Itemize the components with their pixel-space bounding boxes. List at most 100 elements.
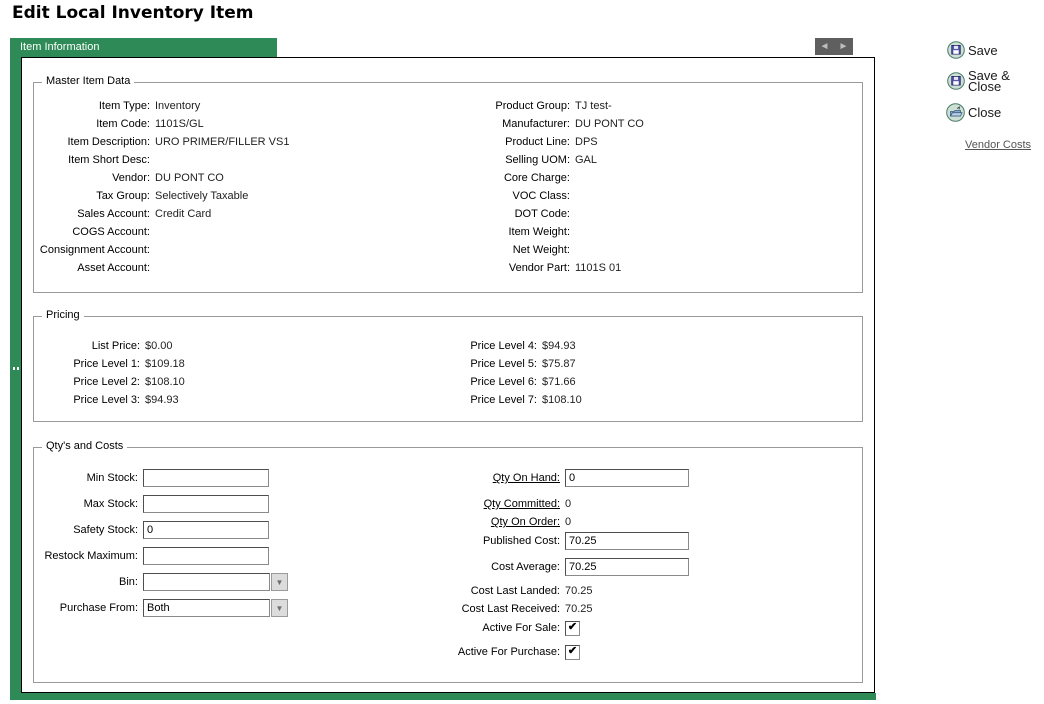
item-description-row: Item Description:URO PRIMER/FILLER VS1 <box>38 133 289 151</box>
tax-group-label: Tax Group: <box>38 190 150 202</box>
sales-account-label: Sales Account: <box>38 208 150 220</box>
tax-group-row: Tax Group: Selectively Taxable <box>38 187 289 205</box>
pricing-left-column: List Price: $0.00 Price Level 1:$109.18 P… <box>38 337 185 409</box>
purchase-from-dropdown-arrow-icon[interactable]: ▼ <box>271 599 288 617</box>
published-cost-input[interactable] <box>565 532 689 550</box>
green-bottom-bar <box>10 693 876 700</box>
manufacturer-row: Manufacturer: DU PONT CO <box>422 115 644 133</box>
safety-stock-label: Safety Stock: <box>38 524 138 536</box>
groupbox-master-item-data: Master Item Data Item Type:Inventory Ite… <box>33 82 863 293</box>
min-stock-row: Min Stock: <box>38 469 269 487</box>
core-charge-row: Core Charge: <box>422 169 644 187</box>
qty-on-order-link-label[interactable]: Qty On Order: <box>422 516 560 528</box>
groupbox-pricing: Pricing List Price:$0.00 Price Level 1:$… <box>33 316 863 422</box>
list-price-row: List Price: $0.00 <box>38 337 185 355</box>
bin-label: Bin: <box>38 576 138 588</box>
active-for-purchase-checkbox[interactable]: ✔ <box>565 645 580 660</box>
master-left-column: Item Type:Inventory Item Code:1101S/GL I… <box>38 97 289 277</box>
restock-maximum-input[interactable] <box>143 547 269 565</box>
item-weight-label: Item Weight: <box>422 226 570 238</box>
qty-on-hand-input[interactable] <box>565 469 689 487</box>
vendor-costs-link[interactable]: Vendor Costs <box>965 139 1031 151</box>
min-stock-input[interactable] <box>143 469 269 487</box>
purchase-from-combobox[interactable]: Both ▼ <box>143 599 288 617</box>
next-record-icon[interactable]: ► <box>834 38 853 55</box>
cogs-account-label: COGS Account: <box>38 226 150 238</box>
vendor-part-row: Vendor Part:1101S 01 <box>422 259 644 277</box>
close-button[interactable]: Close <box>946 103 1001 122</box>
purchase-from-row: Purchase From: Both ▼ <box>38 599 288 617</box>
price-level-1-row: Price Level 1:$109.18 <box>38 355 185 373</box>
purchase-from-combobox-value[interactable]: Both <box>143 599 270 617</box>
close-button-label: Close <box>968 105 1001 120</box>
max-stock-input[interactable] <box>143 495 269 513</box>
manufacturer-value: DU PONT CO <box>575 118 644 130</box>
price-level-3-value: $94.93 <box>145 394 179 406</box>
save-floppy-icon <box>947 41 965 59</box>
max-stock-label: Max Stock: <box>38 498 138 510</box>
edit-local-inventory-item-window: Edit Local Inventory Item Item Informati… <box>0 0 1044 704</box>
save-button[interactable]: Save <box>947 41 998 59</box>
selling-uom-label: Selling UOM: <box>422 154 570 166</box>
bin-dropdown-arrow-icon[interactable]: ▼ <box>271 573 288 591</box>
cost-last-landed-row: Cost Last Landed: 70.25 <box>422 582 593 600</box>
published-cost-label: Published Cost: <box>422 535 560 547</box>
price-level-7-label: Price Level 7: <box>422 394 537 406</box>
cost-last-landed-label: Cost Last Landed: <box>422 585 560 597</box>
vendor-part-value: 1101S 01 <box>575 262 621 274</box>
cogs-account-row: COGS Account: <box>38 223 289 241</box>
product-group-value: TJ test- <box>575 100 612 112</box>
product-line-row: Product Line: DPS <box>422 133 644 151</box>
cost-last-received-value: 70.25 <box>565 603 593 615</box>
qty-committed-link-label[interactable]: Qty Committed: <box>422 498 560 510</box>
selling-uom-value: GAL <box>575 154 597 166</box>
cost-average-input[interactable] <box>565 558 689 576</box>
tab-item-information[interactable]: Item Information <box>13 38 277 57</box>
cost-last-received-label: Cost Last Received: <box>422 603 560 615</box>
cost-average-row: Cost Average: <box>422 558 689 576</box>
dot-code-label: DOT Code: <box>422 208 570 220</box>
save-and-close-button[interactable]: Save & Close <box>947 70 1010 92</box>
product-group-label: Product Group: <box>422 100 570 112</box>
item-type-row: Item Type: Inventory <box>38 97 289 115</box>
active-for-purchase-row: Active For Purchase: ✔ <box>422 643 580 661</box>
record-nav-bar: ◄ ► <box>815 38 853 55</box>
core-charge-label: Core Charge: <box>422 172 570 184</box>
list-price-label: List Price: <box>38 340 140 352</box>
price-level-2-label: Price Level 2: <box>38 376 140 388</box>
price-level-6-label: Price Level 6: <box>422 376 537 388</box>
manufacturer-label: Manufacturer: <box>422 118 570 130</box>
restock-maximum-row: Restock Maximum: <box>38 547 269 565</box>
groupbox-title: Qty's and Costs <box>42 440 127 452</box>
qty-on-order-row: Qty On Order: 0 <box>422 513 571 531</box>
active-for-sale-row: Active For Sale: ✔ <box>422 619 580 637</box>
sales-account-value: Credit Card <box>155 208 211 220</box>
cost-last-received-row: Cost Last Received: 70.25 <box>422 600 593 618</box>
product-line-label: Product Line: <box>422 136 570 148</box>
product-line-value: DPS <box>575 136 598 148</box>
consignment-account-label: Consignment Account: <box>38 244 150 256</box>
price-level-5-label: Price Level 5: <box>422 358 537 370</box>
bin-combobox[interactable]: ▼ <box>143 573 288 591</box>
safety-stock-input[interactable] <box>143 521 269 539</box>
groupbox-title: Master Item Data <box>42 75 134 87</box>
item-type-value: Inventory <box>155 100 200 112</box>
price-level-4-value: $94.93 <box>542 340 576 352</box>
price-level-6-row: Price Level 6:$71.66 <box>422 373 582 391</box>
qty-on-hand-link-label[interactable]: Qty On Hand: <box>422 472 560 484</box>
item-type-label: Item Type: <box>38 100 150 112</box>
page-title: Edit Local Inventory Item <box>12 3 254 23</box>
groupbox-qtys-and-costs: Qty's and Costs Min Stock: Max Stock: Sa… <box>33 447 863 683</box>
active-for-sale-checkbox[interactable]: ✔ <box>565 621 580 636</box>
qty-committed-row: Qty Committed: 0 <box>422 495 571 513</box>
asset-account-row: Asset Account: <box>38 259 289 277</box>
prev-record-icon[interactable]: ◄ <box>815 38 834 55</box>
item-code-value: 1101S/GL <box>155 118 204 130</box>
vendor-label: Vendor: <box>38 172 150 184</box>
list-price-value: $0.00 <box>145 340 173 352</box>
tax-group-value: Selectively Taxable <box>155 190 248 202</box>
bin-combobox-value[interactable] <box>143 573 270 591</box>
dot-code-row: DOT Code: <box>422 205 644 223</box>
voc-class-row: VOC Class: <box>422 187 644 205</box>
form-panel: Master Item Data Item Type: Inventory Ite… <box>21 57 875 693</box>
